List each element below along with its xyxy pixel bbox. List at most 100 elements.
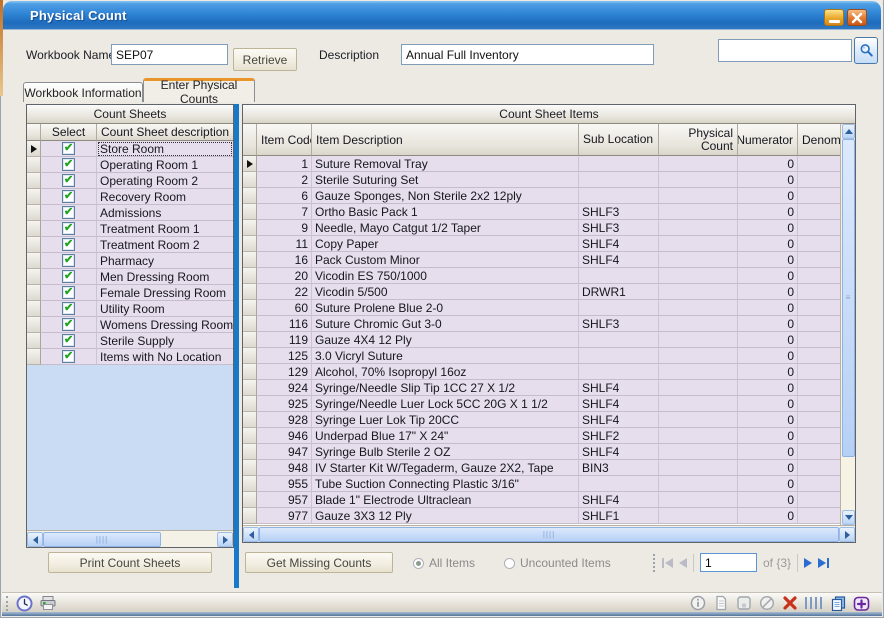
row-indicator-cell[interactable] — [243, 252, 257, 268]
item-code-cell[interactable]: 11 — [257, 236, 312, 252]
count-sheet-row[interactable]: Treatment Room 1 — [27, 221, 233, 237]
denominator-cell[interactable] — [798, 476, 840, 492]
physical-count-cell[interactable] — [659, 188, 738, 204]
item-description-cell[interactable]: Vicodin 5/500 — [312, 284, 579, 300]
row-indicator-cell[interactable] — [243, 460, 257, 476]
count-sheets-hscrollbar[interactable]: |||| — [27, 530, 233, 547]
item-row[interactable]: 947 Syringe Bulb Sterile 2 OZ SHLF4 0 — [243, 444, 840, 460]
scroll-right-arrow-icon[interactable] — [839, 527, 855, 542]
retrieve-button[interactable]: Retrieve — [233, 48, 297, 71]
row-indicator-cell[interactable] — [243, 332, 257, 348]
item-row[interactable]: 9 Needle, Mayo Catgut 1/2 Taper SHLF3 0 — [243, 220, 840, 236]
denominator-cell[interactable] — [798, 380, 840, 396]
sub-location-cell[interactable] — [579, 364, 659, 380]
sub-location-cell[interactable]: BIN3 — [579, 460, 659, 476]
count-sheet-description-cell[interactable]: Operating Room 1 — [97, 157, 233, 173]
item-row[interactable]: 1 Suture Removal Tray 0 — [243, 156, 840, 172]
item-description-cell[interactable]: Syringe Luer Lok Tip 20CC — [312, 412, 579, 428]
count-sheet-description-cell[interactable]: Pharmacy — [97, 253, 233, 269]
vscroll-thumb[interactable]: ≡ — [842, 139, 855, 457]
denominator-cell[interactable] — [798, 300, 840, 316]
item-code-cell[interactable]: 60 — [257, 300, 312, 316]
physical-count-cell[interactable] — [659, 156, 738, 172]
sub-location-cell[interactable] — [579, 476, 659, 492]
search-button[interactable] — [854, 37, 878, 64]
physical-count-cell[interactable] — [659, 284, 738, 300]
physical-count-cell[interactable] — [659, 380, 738, 396]
item-description-cell[interactable]: Suture Chromic Gut 3-0 — [312, 316, 579, 332]
sub-location-cell[interactable] — [579, 156, 659, 172]
row-indicator-cell[interactable] — [243, 444, 257, 460]
sub-location-cell[interactable]: SHLF4 — [579, 380, 659, 396]
get-missing-counts-button[interactable]: Get Missing Counts — [245, 552, 393, 573]
select-column-header[interactable]: Select — [41, 124, 97, 141]
count-sheet-description-cell[interactable]: Sterile Supply — [97, 333, 233, 349]
physical-count-cell[interactable] — [659, 348, 738, 364]
row-indicator-cell[interactable] — [243, 204, 257, 220]
item-code-cell[interactable]: 129 — [257, 364, 312, 380]
radio-unselected-icon[interactable] — [504, 558, 515, 569]
count-sheet-row[interactable]: Utility Room — [27, 301, 233, 317]
physical-count-cell[interactable] — [659, 268, 738, 284]
item-description-cell[interactable]: Syringe Bulb Sterile 2 OZ — [312, 444, 579, 460]
count-sheet-description-cell[interactable]: Recovery Room — [97, 189, 233, 205]
denominator-cell[interactable] — [798, 172, 840, 188]
physical-count-cell[interactable] — [659, 476, 738, 492]
sub-location-cell[interactable]: SHLF4 — [579, 492, 659, 508]
count-sheet-row[interactable]: Admissions — [27, 205, 233, 221]
physical-count-cell[interactable] — [659, 396, 738, 412]
physical-count-cell[interactable] — [659, 508, 738, 524]
row-indicator-cell[interactable] — [27, 269, 41, 285]
scroll-right-arrow-icon[interactable] — [217, 532, 233, 547]
physical-count-cell[interactable] — [659, 444, 738, 460]
item-code-cell[interactable]: 125 — [257, 348, 312, 364]
numerator-cell[interactable]: 0 — [738, 508, 798, 524]
denominator-cell[interactable] — [798, 156, 840, 172]
copy-icon[interactable] — [829, 594, 847, 612]
numerator-cell[interactable]: 0 — [738, 412, 798, 428]
count-sheet-description-cell[interactable]: Utility Room — [97, 301, 233, 317]
numerator-cell[interactable]: 0 — [738, 380, 798, 396]
numerator-cell[interactable]: 0 — [738, 300, 798, 316]
pager-grip[interactable] — [653, 554, 656, 572]
sub-location-cell[interactable]: SHLF3 — [579, 204, 659, 220]
checkbox-checked-icon[interactable] — [62, 254, 75, 267]
physical-count-cell[interactable] — [659, 220, 738, 236]
numerator-cell[interactable]: 0 — [738, 188, 798, 204]
numerator-cell[interactable]: 0 — [738, 268, 798, 284]
row-indicator-cell[interactable] — [243, 268, 257, 284]
checkbox-checked-icon[interactable] — [62, 270, 75, 283]
denominator-cell[interactable] — [798, 460, 840, 476]
select-cell[interactable] — [41, 301, 97, 317]
row-indicator-cell[interactable] — [27, 173, 41, 189]
item-row[interactable]: 7 Ortho Basic Pack 1 SHLF3 0 — [243, 204, 840, 220]
uncounted-items-radio[interactable]: Uncounted Items — [504, 556, 611, 570]
checkbox-checked-icon[interactable] — [62, 302, 75, 315]
sub-location-cell[interactable] — [579, 300, 659, 316]
denominator-cell[interactable] — [798, 492, 840, 508]
numerator-cell[interactable]: 0 — [738, 236, 798, 252]
row-indicator-cell[interactable] — [243, 364, 257, 380]
physical-count-cell[interactable] — [659, 300, 738, 316]
row-indicator-cell[interactable] — [27, 285, 41, 301]
select-cell[interactable] — [41, 349, 97, 365]
item-description-cell[interactable]: Blade 1" Electrode Ultraclean — [312, 492, 579, 508]
item-row[interactable]: 129 Alcohol, 70% Isopropyl 16oz 0 — [243, 364, 840, 380]
denominator-column-header[interactable]: Denominator — [798, 124, 840, 156]
sub-location-cell[interactable] — [579, 188, 659, 204]
sub-location-cell[interactable]: DRWR1 — [579, 284, 659, 300]
item-row[interactable]: 924 Syringe/Needle Slip Tip 1CC 27 X 1/2… — [243, 380, 840, 396]
row-indicator-cell[interactable] — [27, 189, 41, 205]
printer-icon[interactable] — [39, 594, 57, 612]
row-indicator-cell[interactable] — [27, 237, 41, 253]
row-indicator-cell[interactable] — [27, 333, 41, 349]
row-indicator-cell[interactable] — [27, 317, 41, 333]
numerator-cell[interactable]: 0 — [738, 444, 798, 460]
item-description-cell[interactable]: Gauze Sponges, Non Sterile 2x2 12ply — [312, 188, 579, 204]
physical-count-cell[interactable] — [659, 332, 738, 348]
document-icon[interactable] — [712, 594, 730, 612]
row-indicator-cell[interactable] — [243, 508, 257, 524]
physical-count-cell[interactable] — [659, 492, 738, 508]
item-description-cell[interactable]: Suture Removal Tray — [312, 156, 579, 172]
next-page-button[interactable] — [804, 558, 812, 568]
